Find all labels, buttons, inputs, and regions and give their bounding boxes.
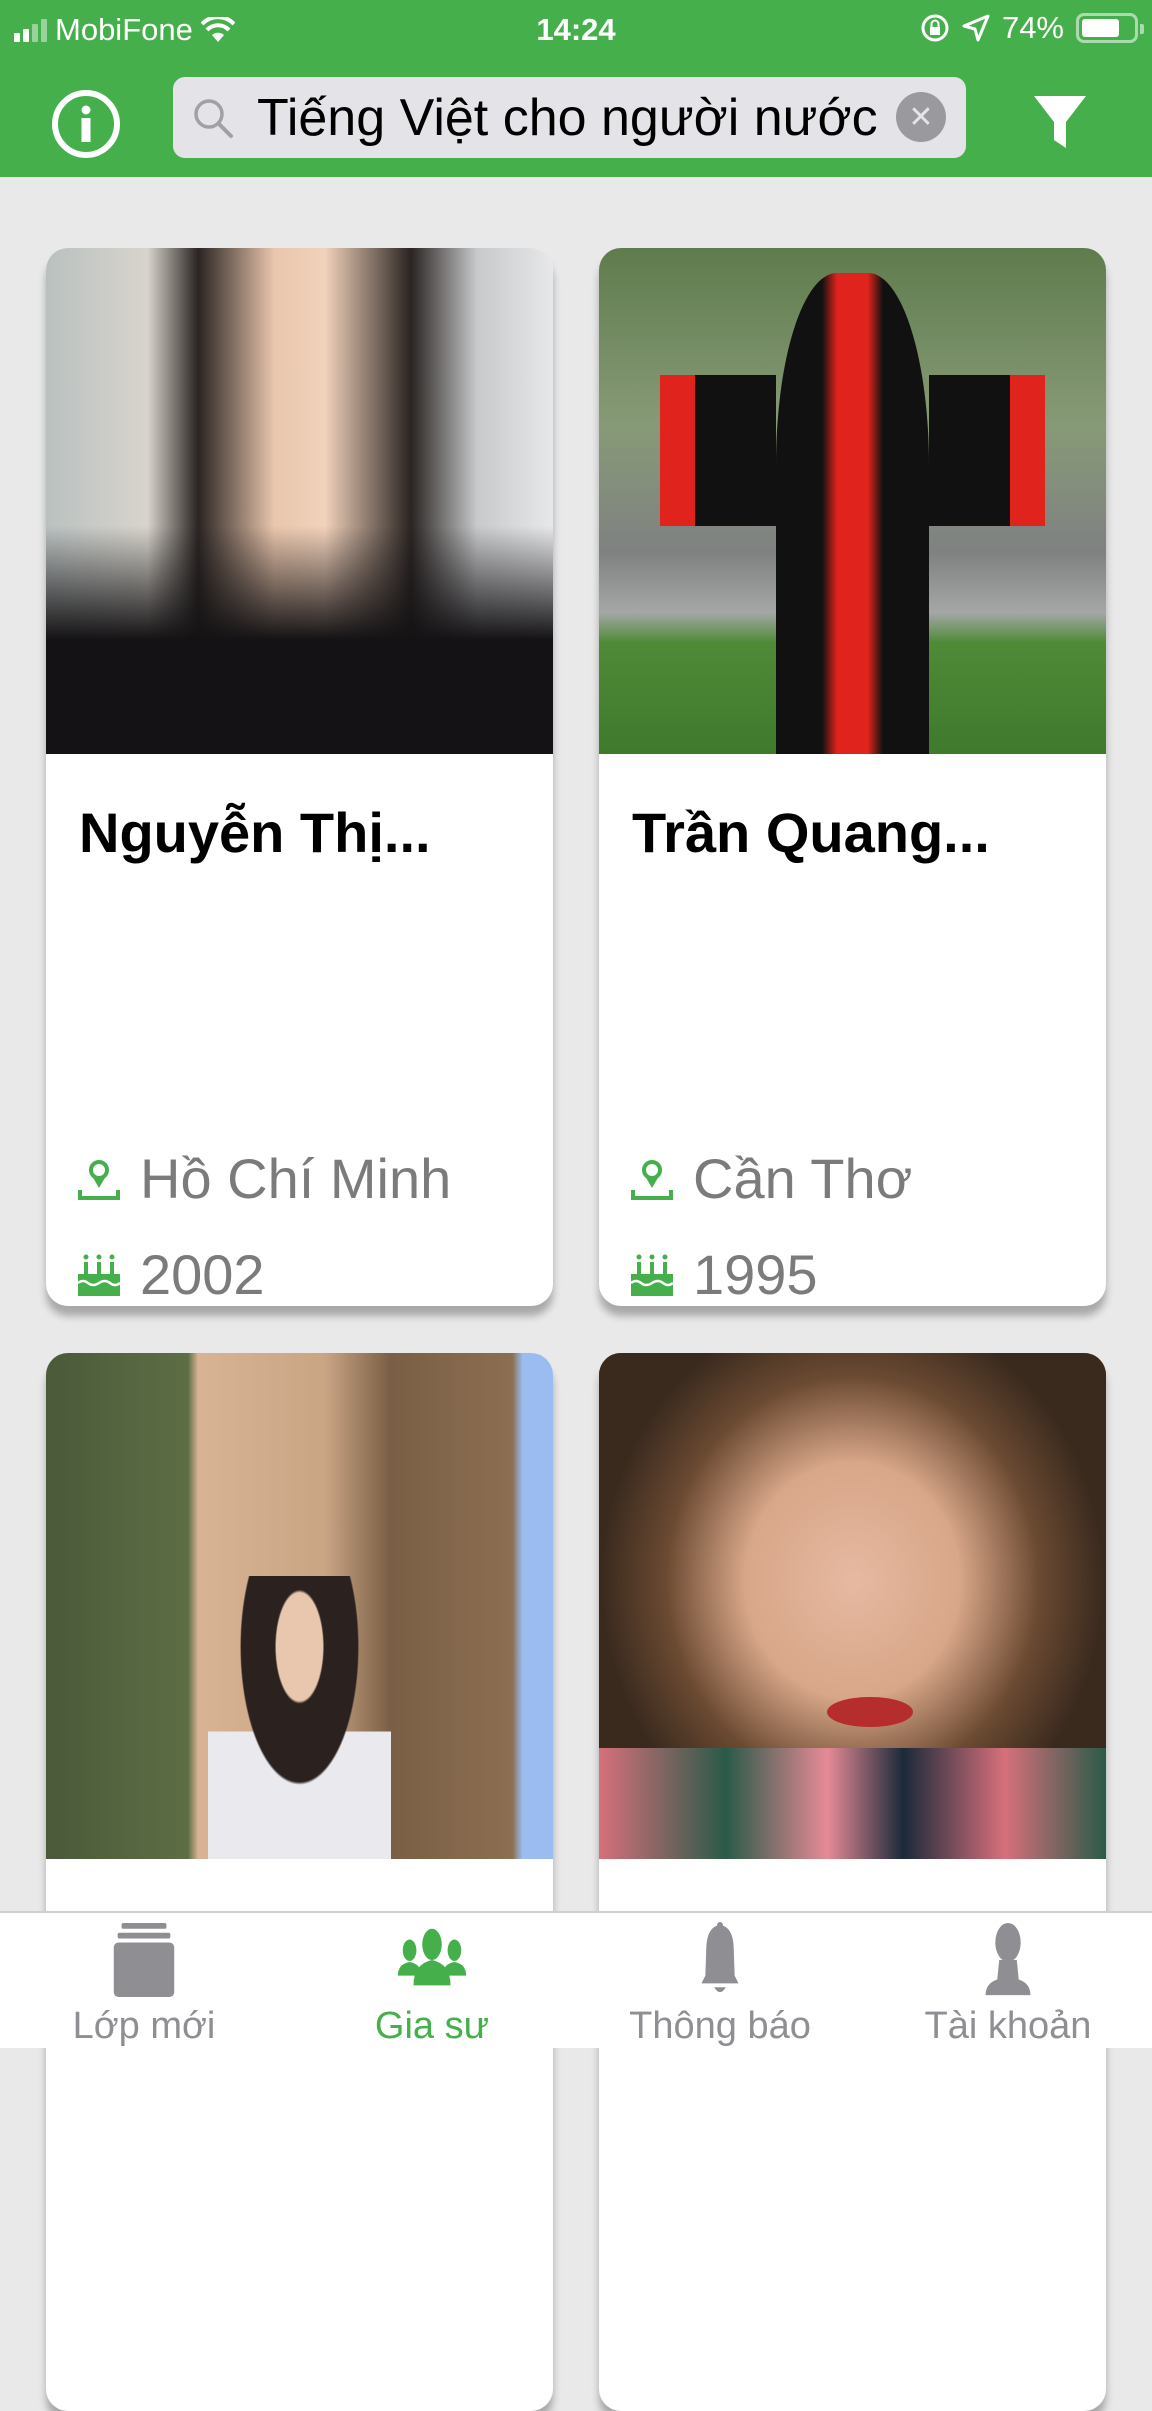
tutor-card[interactable]: Trần Quang... Cần Thơ 1995 Giáo viên Tiế… xyxy=(599,248,1106,1306)
bell-icon xyxy=(701,1921,739,1993)
status-bar: MobiFone 14:24 74% xyxy=(0,0,1152,58)
info-button[interactable] xyxy=(52,90,120,158)
tutor-photo xyxy=(599,248,1106,754)
rotation-lock-icon xyxy=(921,14,949,42)
tutor-card[interactable]: Nguyễn Thị... Hồ Chí Minh 2002 Sinh viên… xyxy=(46,248,553,1306)
battery-icon xyxy=(1076,13,1144,43)
classes-icon xyxy=(113,1922,175,1998)
birthday-cake-icon xyxy=(77,1254,121,1296)
tutor-name: Trần Quang... xyxy=(632,801,990,864)
top-bar: MobiFone 14:24 74% Tiếng Việt cho người … xyxy=(0,0,1152,177)
tab-new-classes[interactable]: Lớp mới xyxy=(0,1913,288,2048)
search-bar[interactable]: ✕ xyxy=(173,77,966,158)
tutors-icon xyxy=(397,1928,467,1986)
tutor-card[interactable] xyxy=(46,1353,553,2411)
search-input[interactable] xyxy=(257,87,897,148)
account-icon xyxy=(985,1922,1031,1996)
tutor-photo xyxy=(46,248,553,754)
tutor-birth-year: 1995 xyxy=(629,1242,818,1306)
tab-tutors[interactable]: Gia sư xyxy=(288,1913,576,2048)
info-icon xyxy=(81,105,91,142)
tutor-photo xyxy=(599,1353,1106,1859)
tutor-name: Nguyễn Thị... xyxy=(79,801,431,864)
tab-bar: Lớp mới Gia sư Thông báo Tài khoản xyxy=(0,1911,1152,2048)
location-icon xyxy=(962,14,990,42)
tab-notifications[interactable]: Thông báo xyxy=(576,1913,864,2048)
location-pin-icon xyxy=(631,1159,673,1200)
clear-icon: ✕ xyxy=(908,100,934,134)
tab-account[interactable]: Tài khoản xyxy=(864,1913,1152,2048)
tutor-location: Hồ Chí Minh xyxy=(76,1146,451,1211)
battery-percent: 74% xyxy=(1001,10,1064,45)
birthday-cake-icon xyxy=(630,1254,674,1296)
filter-icon[interactable] xyxy=(1032,92,1088,152)
clear-search-button[interactable]: ✕ xyxy=(896,92,946,142)
search-icon xyxy=(194,98,233,138)
location-pin-icon xyxy=(78,1159,120,1200)
tutor-birth-year: 2002 xyxy=(76,1242,265,1306)
tutor-card[interactable] xyxy=(599,1353,1106,2411)
tutor-location: Cần Thơ xyxy=(629,1146,912,1211)
tutor-photo xyxy=(46,1353,553,1859)
